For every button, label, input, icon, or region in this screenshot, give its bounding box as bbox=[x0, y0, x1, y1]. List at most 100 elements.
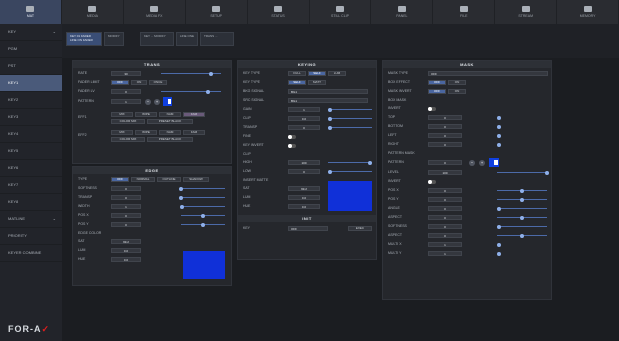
high-value[interactable]: 100 bbox=[288, 160, 320, 165]
fader-lv-knob[interactable] bbox=[206, 89, 210, 94]
tab-media-fx[interactable]: MEDIA FX bbox=[124, 0, 186, 24]
high-knob[interactable] bbox=[368, 160, 372, 165]
key-self-button[interactable]: SELF bbox=[308, 71, 326, 76]
key-modify-chip[interactable]: KEY ... MODIFY bbox=[140, 32, 174, 46]
mask-softness-value[interactable]: 0 bbox=[428, 224, 462, 229]
aspect2-value[interactable]: 0 bbox=[428, 233, 462, 238]
level-knob[interactable] bbox=[545, 170, 549, 175]
tab-status[interactable]: STATUS bbox=[248, 0, 310, 24]
eff2-preset-black-button[interactable]: PRESET BLACK bbox=[147, 137, 193, 142]
eff2-mix-button[interactable]: MIX bbox=[111, 130, 133, 135]
right-value[interactable]: 0 bbox=[428, 142, 462, 147]
edge-outline-button[interactable]: OUTLINE bbox=[157, 177, 181, 182]
sidebar-item-key4[interactable]: KEY4 bbox=[0, 126, 62, 143]
width-knob[interactable] bbox=[180, 204, 184, 209]
edge-normal-button[interactable]: NORMAL bbox=[131, 177, 155, 182]
eff1-wipe-button[interactable]: WIPE bbox=[135, 112, 157, 117]
key-chip[interactable]: KEY 01 FADER LINE ON FADER bbox=[66, 32, 102, 46]
fader-lv-slider[interactable] bbox=[161, 91, 221, 92]
top-value[interactable]: 0 bbox=[428, 115, 462, 120]
lum-value[interactable]: 0.0 bbox=[111, 248, 141, 253]
gain-slider[interactable] bbox=[328, 109, 372, 110]
eff1-fam-button[interactable]: FAM bbox=[183, 112, 205, 117]
line-chip[interactable]: LINE ONE bbox=[176, 32, 198, 46]
sidebar-item-keyer-combine[interactable]: KEYER COMBINE bbox=[0, 245, 62, 262]
posx-knob[interactable] bbox=[201, 213, 205, 218]
sidebar-item-key2[interactable]: KEY2 bbox=[0, 92, 62, 109]
fader-limit-once-button[interactable]: ONCE bbox=[149, 80, 167, 85]
aspect2-knob[interactable] bbox=[520, 233, 524, 238]
mask-posx-knob[interactable] bbox=[520, 188, 524, 193]
mask-invert-off-button[interactable]: OFF bbox=[428, 89, 446, 94]
bkg-signal-select[interactable]: BG1 bbox=[288, 89, 368, 94]
multi-y-value[interactable]: 1 bbox=[428, 251, 462, 256]
sidebar-item-key7[interactable]: KEY7 bbox=[0, 177, 62, 194]
edge-off-button[interactable]: OFF bbox=[111, 177, 129, 182]
minus-icon[interactable]: − bbox=[145, 98, 151, 105]
hue-value[interactable]: 0.0 bbox=[111, 257, 141, 262]
matte-sat-value[interactable]: 99.2 bbox=[288, 186, 320, 191]
mask-softness-slider[interactable] bbox=[497, 226, 547, 227]
multi-x-knob[interactable] bbox=[497, 242, 501, 247]
sidebar-item-key5[interactable]: KEY5 bbox=[0, 143, 62, 160]
tab-file[interactable]: FILE bbox=[433, 0, 496, 24]
eff2-fam-button[interactable]: FAM bbox=[183, 130, 205, 135]
softness-value[interactable]: 0 bbox=[111, 186, 141, 191]
sidebar-item-matline[interactable]: MATLINE ⌄ bbox=[0, 211, 62, 228]
minus-icon[interactable]: − bbox=[469, 159, 475, 166]
tab-stream[interactable]: STREAM bbox=[495, 0, 558, 24]
mask-invert-on-button[interactable]: ON bbox=[448, 89, 466, 94]
angle-value[interactable]: 0 bbox=[428, 206, 462, 211]
key-invert-toggle[interactable] bbox=[288, 143, 296, 148]
key-self2-button[interactable]: SELF bbox=[288, 80, 306, 85]
sidebar-item-pst[interactable]: PST bbox=[0, 58, 62, 75]
fine-toggle[interactable] bbox=[288, 134, 296, 139]
sidebar-item-key[interactable]: KEY ⌄ bbox=[0, 24, 62, 41]
plus-icon[interactable]: + bbox=[479, 159, 485, 166]
posy-value[interactable]: 0 bbox=[111, 222, 141, 227]
low-slider[interactable] bbox=[328, 171, 372, 172]
high-slider[interactable] bbox=[328, 162, 372, 163]
edge-color-swatch[interactable] bbox=[183, 251, 225, 279]
sidebar-item-priority[interactable]: PRIORITY bbox=[0, 228, 62, 245]
sidebar-item-key3[interactable]: KEY3 bbox=[0, 109, 62, 126]
low-knob[interactable] bbox=[328, 169, 332, 174]
left-value[interactable]: 0 bbox=[428, 133, 462, 138]
posy-knob[interactable] bbox=[201, 222, 205, 227]
mask-type-select[interactable]: OFF bbox=[428, 71, 548, 76]
modify-chip[interactable]: MODIFY bbox=[104, 32, 124, 46]
edge-shadow-button[interactable]: SHADOW bbox=[183, 177, 209, 182]
box-invert-toggle[interactable] bbox=[428, 106, 436, 111]
rate-slider-knob[interactable] bbox=[209, 71, 213, 76]
gain-knob[interactable] bbox=[328, 107, 332, 112]
softness-knob[interactable] bbox=[179, 186, 183, 191]
bottom-knob[interactable] bbox=[497, 124, 501, 129]
key-full-button[interactable]: FULL bbox=[288, 71, 306, 76]
multi-y-knob[interactable] bbox=[497, 251, 501, 256]
clip-slider[interactable] bbox=[328, 118, 372, 119]
eff2-wipe-button[interactable]: WIPE bbox=[135, 130, 157, 135]
matte-color-swatch[interactable] bbox=[328, 181, 372, 211]
pattern-invert-toggle[interactable] bbox=[428, 179, 436, 184]
sidebar-item-key6[interactable]: KEY6 bbox=[0, 160, 62, 177]
angle-slider[interactable] bbox=[497, 208, 547, 209]
fader-lv-value[interactable]: 0 bbox=[111, 89, 141, 94]
box-effect-on-button[interactable]: ON bbox=[448, 80, 466, 85]
plus-icon[interactable]: + bbox=[154, 98, 160, 105]
src-signal-select[interactable]: BG1 bbox=[288, 98, 368, 103]
transp-value[interactable]: 0 bbox=[111, 195, 141, 200]
tab-still-clip[interactable]: STILL CLIP bbox=[310, 0, 372, 24]
key-transp-value[interactable]: 0 bbox=[288, 125, 320, 130]
transp-slider[interactable] bbox=[181, 197, 225, 198]
level-value[interactable]: 100 bbox=[428, 170, 462, 175]
tab-mat[interactable]: MAT bbox=[0, 0, 62, 24]
left-knob[interactable] bbox=[497, 133, 501, 138]
eff2-color-mix-button[interactable]: COLOR MIX bbox=[111, 137, 145, 142]
key-lum-button[interactable]: LUM bbox=[328, 71, 346, 76]
right-knob[interactable] bbox=[497, 142, 501, 147]
trans-chip[interactable]: TRANS ... bbox=[200, 32, 234, 46]
matte-hue-value[interactable]: 0.0 bbox=[288, 204, 320, 209]
sidebar-item-key1[interactable]: KEY1 bbox=[0, 75, 62, 92]
fader-limit-on-button[interactable]: ON bbox=[131, 80, 147, 85]
init-select[interactable]: OFF bbox=[288, 226, 328, 231]
